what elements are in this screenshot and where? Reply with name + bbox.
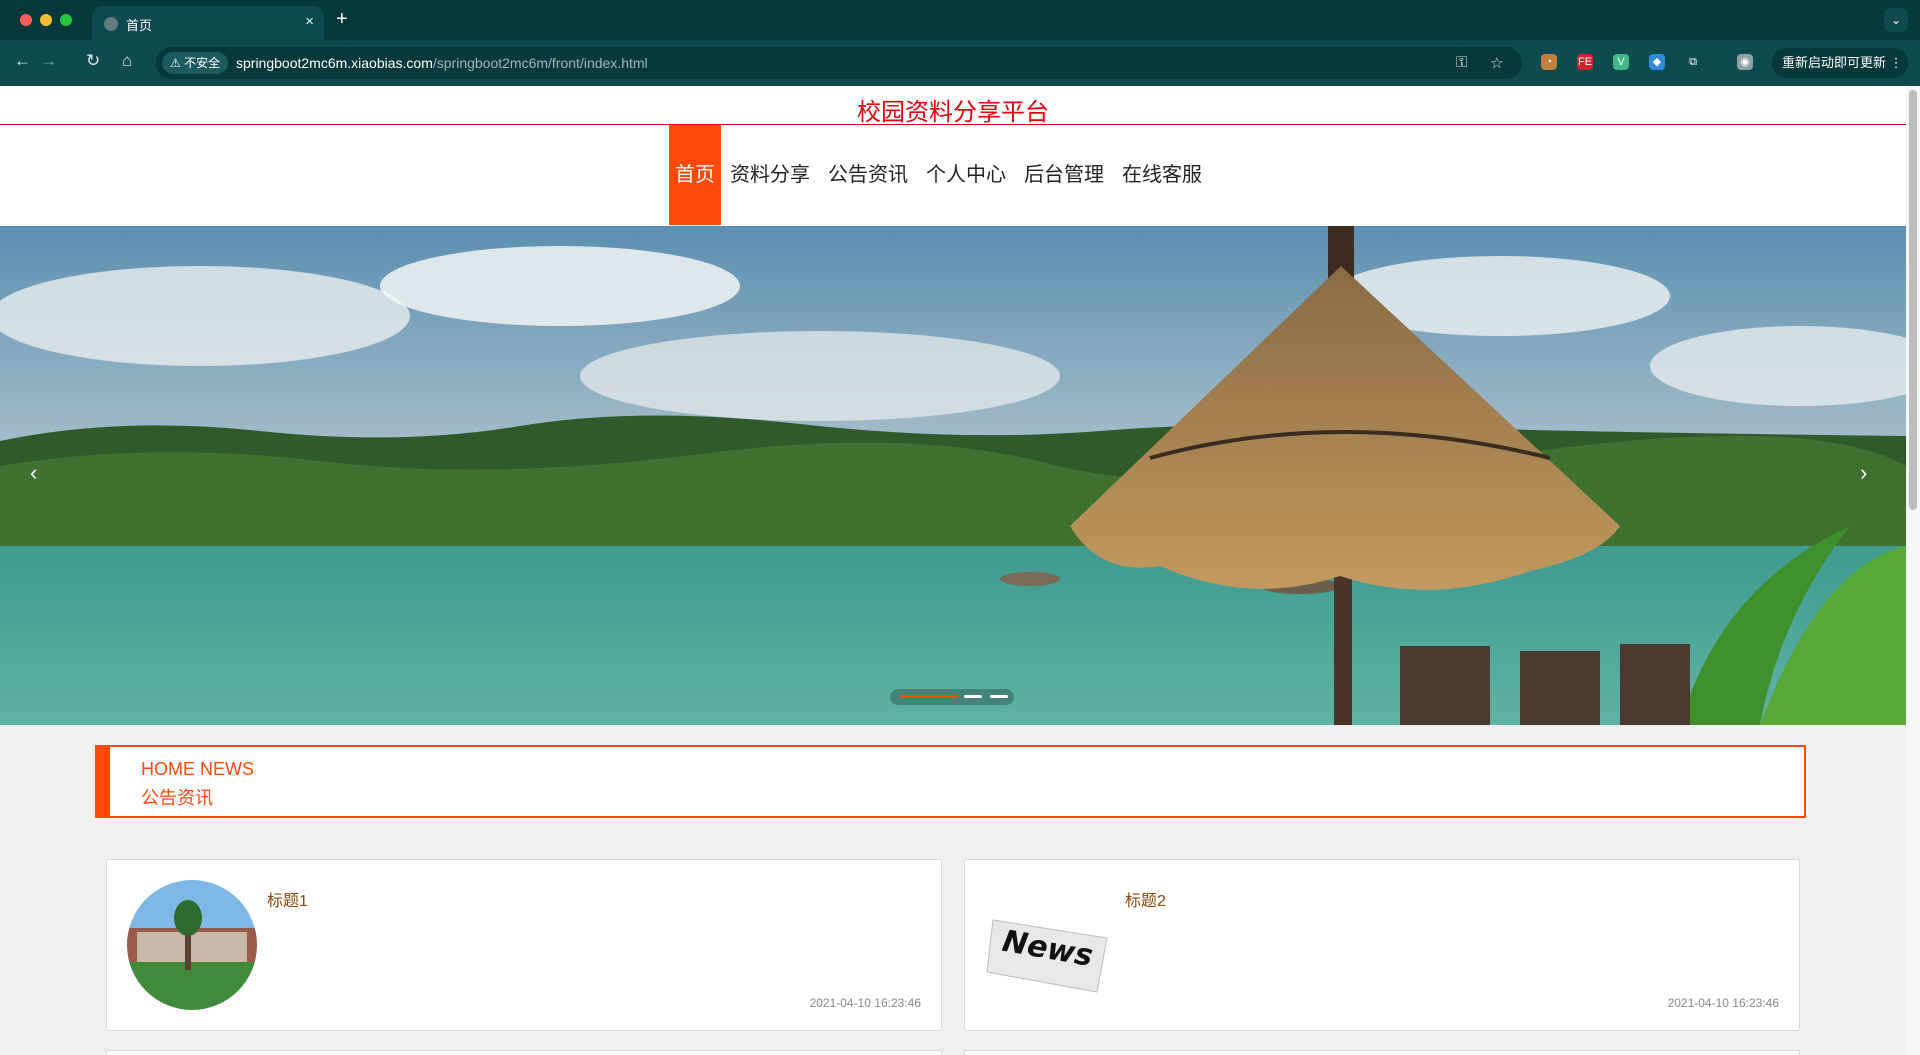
relaunch-update-button[interactable]: 重新启动即可更新 ⋮ [1772,48,1908,78]
nav-item[interactable]: 后台管理 [1015,125,1113,225]
address-bar[interactable]: ⚠ 不安全 springboot2mc6m.xiaobias.com/sprin… [156,47,1522,79]
tab-title: 首页 [126,18,153,33]
news-title[interactable]: 标题2 [1125,887,1166,911]
profile-avatar-icon[interactable]: ◉ [1737,54,1753,70]
reload-button[interactable]: ↻ [86,51,100,71]
news-card-partial [964,1050,1800,1055]
carousel-prev-arrow[interactable]: ‹ [30,460,37,486]
news-card-partial [106,1050,942,1055]
minimize-window-button[interactable] [40,14,52,26]
beach-hut-lagoon-image [0,226,1906,725]
news-heading-en: HOME NEWS [141,759,255,779]
tab-strip: 首页 × + ⌄ [0,0,1920,40]
vue-extension-icon[interactable]: V [1613,54,1629,70]
active-tab[interactable]: 首页 × [92,6,324,40]
tab-close-icon[interactable]: × [305,13,314,30]
newspaper-thumbnail: News [985,880,1115,1010]
close-window-button[interactable] [20,14,32,26]
site-title: 校园资料分享平台 [857,99,1049,126]
carousel-next-arrow[interactable]: › [1860,460,1867,486]
password-key-icon[interactable]: ⚿ [1456,54,1467,71]
news-card[interactable]: 标题1 2021-04-10 16:23:46 [106,859,942,1031]
home-button[interactable]: ⌂ [122,51,132,71]
cookie-extension-icon[interactable]: ◔ [1541,54,1557,70]
news-heading-cn[interactable]: 公告资讯 [141,784,213,810]
hero-carousel[interactable]: ‹ › [0,226,1906,725]
url-text[interactable]: springboot2mc6m.xiaobias.com/springboot2… [236,55,648,71]
news-card[interactable]: News 标题2 2021-04-10 16:23:46 [964,859,1800,1031]
carousel-dot[interactable] [900,695,958,698]
bookmark-star-icon[interactable]: ☆ [1490,54,1503,72]
site-header: 校园资料分享平台 首页 资料分享 公告资讯 个人中心 后台管理 在线客服 [0,86,1906,226]
gem-extension-icon[interactable]: ◆ [1649,54,1665,70]
main-nav: 首页 资料分享 公告资讯 个人中心 后台管理 在线客服 [669,125,1211,225]
nav-item[interactable]: 资料分享 [721,125,819,225]
not-secure-badge[interactable]: ⚠ 不安全 [162,52,229,74]
news-date: 2021-04-10 16:23:46 [1667,996,1779,1010]
back-button[interactable]: ← [14,51,31,71]
campus-building-thumbnail [127,880,257,1010]
browser-chrome: 首页 × + ⌄ ← → ↻ ⌂ ⚠ 不安全 springboot2mc6m.x… [0,0,1920,86]
news-date: 2021-04-10 16:23:46 [809,996,921,1010]
nav-item[interactable]: 个人中心 [917,125,1015,225]
carousel-dot[interactable] [964,695,982,698]
maximize-window-button[interactable] [60,14,72,26]
nav-item[interactable]: 首页 [669,125,721,225]
globe-icon [104,17,118,31]
fe-extension-icon[interactable]: FE [1577,54,1593,70]
web-page: 校园资料分享平台 首页 资料分享 公告资讯 个人中心 后台管理 在线客服 ‹ ›… [0,86,1906,1055]
nav-item[interactable]: 在线客服 [1113,125,1211,225]
new-tab-button[interactable]: + [336,8,348,31]
puzzle-extension-icon[interactable]: ⧉ [1685,54,1701,70]
forward-button[interactable]: → [40,51,57,71]
news-header-accent-bar [97,747,110,816]
scrollbar-thumb[interactable] [1909,90,1917,510]
tab-search-button[interactable]: ⌄ [1884,8,1908,32]
carousel-indicators [890,689,1014,705]
news-title[interactable]: 标题1 [267,887,308,911]
page-scrollbar[interactable] [1906,86,1920,1055]
nav-item[interactable]: 公告资讯 [819,125,917,225]
news-section-header: HOME NEWS 公告资讯 [95,745,1806,818]
carousel-dot[interactable] [990,695,1008,698]
